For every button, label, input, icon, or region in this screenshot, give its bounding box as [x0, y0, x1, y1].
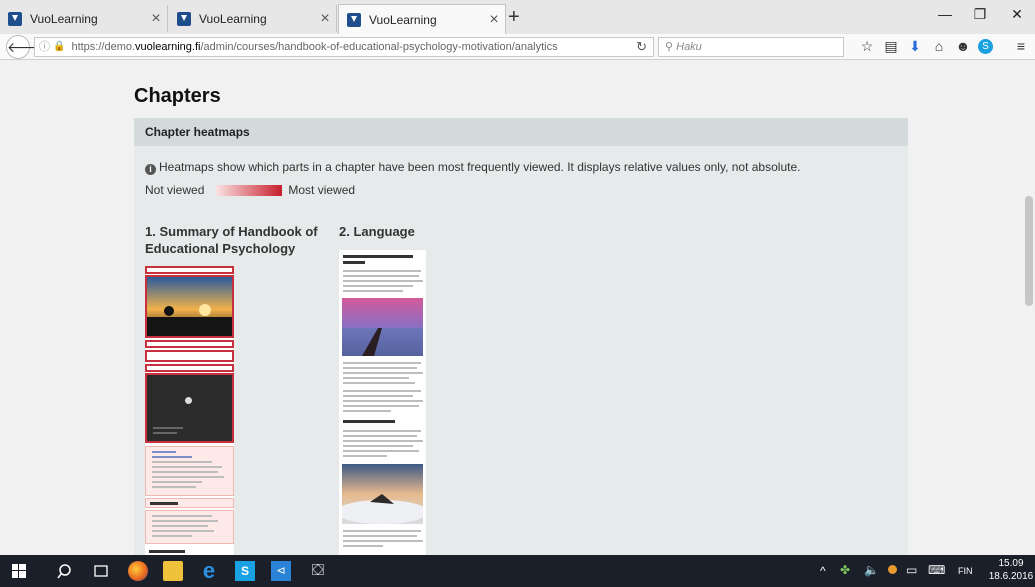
reload-icon[interactable]: ↻	[636, 38, 647, 56]
heatmap-block	[145, 446, 234, 496]
heatmap-block	[145, 498, 234, 508]
volume-icon[interactable]: 🔈	[864, 563, 879, 577]
heatmap-video-block	[145, 373, 234, 443]
heatmap-block	[145, 340, 234, 348]
tray-status-icon[interactable]	[888, 565, 897, 574]
menu-hamburger-icon[interactable]: ≡	[1012, 38, 1030, 54]
edge-icon[interactable]: e	[199, 560, 219, 582]
clock-time[interactable]: 15.09	[988, 558, 1034, 569]
tab-title: VuoLearning	[30, 11, 98, 26]
panel-title: Chapter heatmaps	[134, 118, 908, 146]
browser-tab-3-active[interactable]: VuoLearning ×	[338, 4, 506, 34]
heatmap-block	[145, 364, 234, 372]
clock-date[interactable]: 18.6.2016	[988, 571, 1034, 582]
info-text: Heatmaps show which parts in a chapter h…	[159, 160, 801, 174]
heatmap-block	[145, 350, 234, 362]
bookmark-star-icon[interactable]: ☆	[858, 38, 876, 55]
legend-max-label: Most viewed	[288, 183, 356, 197]
chapter-2-title: 2. Language	[339, 224, 415, 239]
back-arrow-icon[interactable]: 🡐	[6, 35, 45, 59]
notification-icon[interactable]: ▭	[906, 563, 917, 577]
vuolearning-favicon-icon	[347, 12, 361, 27]
page-title: Chapters	[134, 85, 221, 107]
chapter-heatmaps-panel: Chapter heatmaps i Heatmaps show which pa…	[134, 118, 908, 558]
chapter-2-heatmap[interactable]	[339, 250, 426, 558]
browser-tab-2[interactable]: VuoLearning ×	[169, 5, 337, 32]
clouds-photo-icon	[342, 464, 423, 524]
task-view-icon[interactable]	[91, 561, 111, 581]
tab-close-icon[interactable]: ×	[483, 11, 505, 29]
sunset-photo-icon	[147, 277, 232, 336]
heatmap-legend: Not viewed Most viewed	[145, 183, 355, 197]
tab-title: VuoLearning	[199, 11, 267, 26]
new-tab-plus-icon[interactable]: +	[508, 6, 520, 29]
page-content: Chapters Chapter heatmaps i Heatmaps show…	[0, 61, 1035, 558]
file-explorer-icon[interactable]	[163, 561, 183, 581]
store-bag-icon[interactable]: ⛋	[308, 561, 328, 581]
heatmap-image-block	[145, 275, 234, 338]
vuolearning-favicon-icon	[177, 11, 191, 26]
legend-min-label: Not viewed	[145, 183, 205, 197]
language-indicator[interactable]: FIN	[958, 566, 973, 576]
url-path: /admin/courses/handbook-of-educational-p…	[200, 41, 558, 53]
search-placeholder: Haku	[676, 41, 702, 53]
tab-title: VuoLearning	[369, 12, 437, 27]
windows-taskbar: e S ⊲ ⛋ ^ ✤ 🔈 ▭ ⌨ FIN 15.09 18.6.2016	[0, 555, 1035, 587]
search-icon[interactable]	[56, 561, 76, 581]
info-icon: i	[145, 164, 156, 175]
navigation-bar: 🡐 ⓘ 🔒 https://demo. vuolearning.fi/admin/…	[0, 34, 1035, 60]
chat-icon[interactable]: ☻	[954, 38, 972, 54]
pier-photo-icon	[342, 298, 423, 356]
restore-icon[interactable]: ❐	[965, 6, 995, 23]
tab-close-icon[interactable]: ×	[145, 10, 167, 28]
scrollbar[interactable]	[1023, 61, 1035, 555]
search-input[interactable]: ⚲ Haku	[658, 37, 844, 57]
download-icon[interactable]: ⬇	[906, 38, 924, 55]
heatmap-block	[145, 510, 234, 544]
skype-icon[interactable]: S	[978, 39, 993, 54]
search-icon: ⚲	[665, 41, 674, 53]
video-play-icon	[185, 397, 192, 404]
info-circle-icon[interactable]: ⓘ	[39, 38, 50, 56]
legend-gradient-bar	[216, 184, 283, 196]
tab-close-icon[interactable]: ×	[314, 10, 336, 28]
heatmap-block	[145, 266, 234, 274]
scrollbar-thumb[interactable]	[1025, 196, 1033, 306]
url-prefix: https://demo.	[71, 41, 136, 53]
vuolearning-favicon-icon	[8, 11, 22, 26]
chapter-1-title: 1. Summary of Handbook of Educational Ps…	[145, 224, 318, 256]
info-line: i Heatmaps show which parts in a chapter …	[145, 160, 800, 175]
code-editor-icon[interactable]: ⊲	[271, 561, 291, 581]
windows-start-icon[interactable]	[12, 564, 32, 584]
tab-bar: VuoLearning × VuoLearning × VuoLearning …	[0, 0, 1035, 34]
tray-app-icon[interactable]: ✤	[840, 563, 850, 577]
tray-expand-icon[interactable]: ^	[820, 564, 826, 578]
window-close-icon[interactable]: ✕	[1002, 6, 1032, 23]
reading-list-icon[interactable]: ▤	[882, 38, 900, 55]
keyboard-icon[interactable]: ⌨	[928, 563, 945, 577]
chapter-1-heatmap[interactable]	[145, 266, 234, 558]
home-icon[interactable]: ⌂	[930, 38, 948, 54]
skype-icon[interactable]: S	[235, 561, 255, 581]
browser-tab-1[interactable]: VuoLearning ×	[0, 5, 168, 32]
minimize-icon[interactable]: —	[930, 6, 960, 22]
url-host: vuolearning.fi	[135, 41, 201, 53]
url-bar[interactable]: ⓘ 🔒 https://demo. vuolearning.fi/admin/co…	[34, 37, 654, 57]
lock-icon[interactable]: 🔒	[53, 38, 65, 56]
firefox-icon[interactable]	[128, 561, 148, 581]
